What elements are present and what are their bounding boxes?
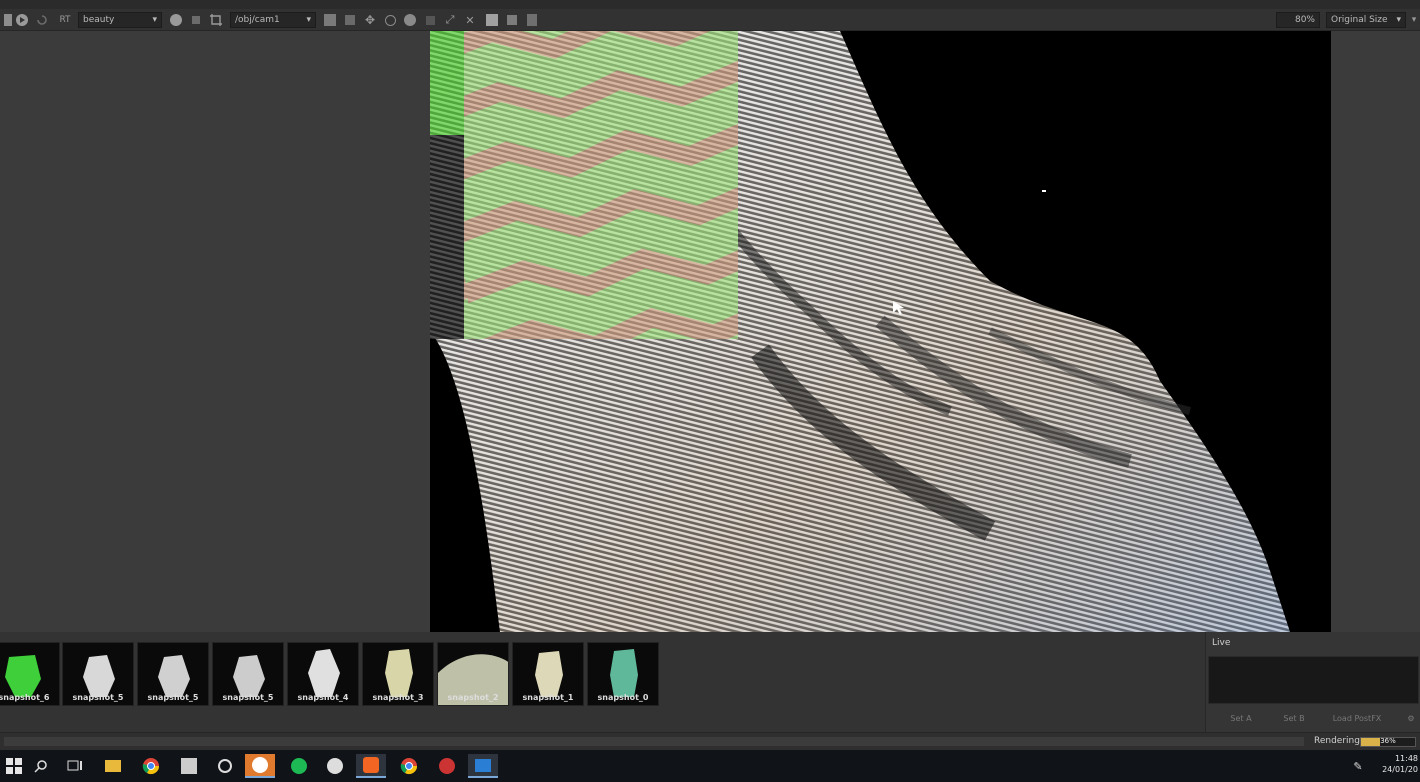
app-icon[interactable] [320, 754, 350, 778]
snapshot-thumb[interactable]: snapshot_0 [587, 642, 659, 706]
snapshot-thumb[interactable]: snapshot_5 [212, 642, 284, 706]
expand-icon[interactable]: ⤢ [442, 12, 458, 28]
crop-icon[interactable] [208, 12, 224, 28]
camera-select[interactable]: /obj/cam1 ▾ [230, 12, 316, 28]
os-taskbar: ✎ 11:48 24/01/20 [0, 750, 1420, 782]
chrome-icon[interactable] [136, 754, 166, 778]
snapshot-icon[interactable] [484, 12, 500, 28]
status-bar: Rendering 36% [0, 732, 1420, 750]
aov-select[interactable]: beauty ▾ [78, 12, 162, 28]
render-button[interactable] [14, 12, 30, 28]
snapshot-thumb[interactable]: snapshot_3 [362, 642, 434, 706]
snapshot-label: snapshot_4 [297, 693, 349, 702]
left-empty-panel [0, 31, 430, 632]
camera-value: /obj/cam1 [235, 15, 280, 25]
system-clock[interactable]: 11:48 24/01/20 [1382, 753, 1418, 775]
snapshot-label: snapshot_5 [72, 693, 124, 702]
zoom-value: 80% [1294, 15, 1315, 25]
render-bucket-overlay [430, 31, 738, 339]
spotify-icon[interactable] [284, 754, 314, 778]
target-icon[interactable] [402, 12, 418, 28]
snapshot-label: snapshot_5 [147, 693, 199, 702]
snapshot-thumb[interactable]: snapshot_6 [0, 642, 60, 706]
rt-toggle[interactable]: RT [56, 12, 74, 28]
snapshot-label: snapshot_0 [597, 693, 649, 702]
clock-date: 24/01/20 [1382, 765, 1418, 774]
network-icon[interactable]: ✎ [1346, 754, 1370, 778]
options-icon[interactable]: ▾ [1406, 12, 1420, 28]
live-preview [1208, 656, 1419, 704]
app-icon[interactable] [210, 754, 240, 778]
snapshot-thumb[interactable]: snapshot_5 [62, 642, 134, 706]
size-mode-select[interactable]: Original Size ▾ [1326, 12, 1406, 28]
rt-label: RT [59, 15, 71, 25]
lasso-icon[interactable] [382, 12, 398, 28]
refresh-icon[interactable] [34, 12, 50, 28]
snapshot-label: snapshot_6 [0, 693, 50, 702]
clock-time: 11:48 [1394, 754, 1418, 763]
snapshot-strip: snapshot_6 snapshot_5 snapshot_5 snapsho… [0, 632, 1205, 732]
snapshot-label: snapshot_2 [447, 693, 499, 702]
render-progress: 36% [1360, 737, 1416, 747]
status-message-area [4, 737, 1304, 746]
snapshot-thumb[interactable]: snapshot_1 [512, 642, 584, 706]
size-mode-value: Original Size [1331, 15, 1388, 25]
photos-icon[interactable] [468, 754, 498, 778]
play-icon [16, 14, 28, 26]
word-like-app-icon[interactable] [245, 754, 275, 778]
houdini-icon[interactable] [356, 754, 386, 778]
snapshot-thumb[interactable]: snapshot_5 [137, 642, 209, 706]
grid-icon[interactable] [188, 12, 204, 28]
live-panel: Live Set A Set B Load PostFX ⚙ [1205, 632, 1420, 732]
render-viewport[interactable] [430, 31, 1331, 632]
layout-icon[interactable] [342, 12, 358, 28]
zoom-field[interactable]: 80% [1276, 12, 1320, 28]
paste-icon[interactable] [524, 12, 540, 28]
snapshot-thumb[interactable]: snapshot_4 [287, 642, 359, 706]
right-empty-panel [1331, 31, 1420, 632]
status-label: Rendering [1314, 736, 1360, 746]
set-b-button[interactable]: Set B [1272, 712, 1316, 726]
render-view-toolbar: RT beauty ▾ /obj/cam1 ▾ ✥ ⤢ ✕ 80% Origin… [0, 9, 1420, 31]
chevron-down-icon: ▾ [306, 15, 311, 25]
live-title: Live [1212, 638, 1231, 648]
region-icon[interactable] [322, 12, 338, 28]
move-icon[interactable]: ✥ [362, 12, 378, 28]
globe-icon[interactable] [168, 12, 184, 28]
file-explorer-icon[interactable] [98, 754, 128, 778]
copy-icon[interactable] [504, 12, 520, 28]
aov-value: beauty [83, 15, 115, 25]
chevron-down-icon: ▾ [1396, 15, 1401, 25]
app-icon[interactable] [432, 754, 462, 778]
snapshot-label: snapshot_5 [222, 693, 274, 702]
collapse-icon[interactable]: ✕ [462, 12, 478, 28]
menubar [0, 0, 1420, 9]
chrome-icon[interactable] [394, 754, 424, 778]
windows-start-icon[interactable] [6, 758, 22, 774]
chevron-down-icon: ▾ [152, 15, 157, 25]
set-a-button[interactable]: Set A [1216, 712, 1266, 726]
render-progress-text: 36% [1380, 737, 1396, 745]
task-view-icon[interactable] [60, 754, 90, 778]
zbrush-icon[interactable] [174, 754, 204, 778]
frame-icon[interactable] [422, 12, 438, 28]
snapshot-label: snapshot_1 [522, 693, 574, 702]
search-icon[interactable] [26, 754, 56, 778]
snapshot-label: snapshot_3 [372, 693, 424, 702]
gear-icon[interactable]: ⚙ [1404, 712, 1418, 726]
load-postfx-button[interactable]: Load PostFX [1322, 712, 1392, 726]
snapshot-thumb[interactable]: snapshot_2 [437, 642, 509, 706]
